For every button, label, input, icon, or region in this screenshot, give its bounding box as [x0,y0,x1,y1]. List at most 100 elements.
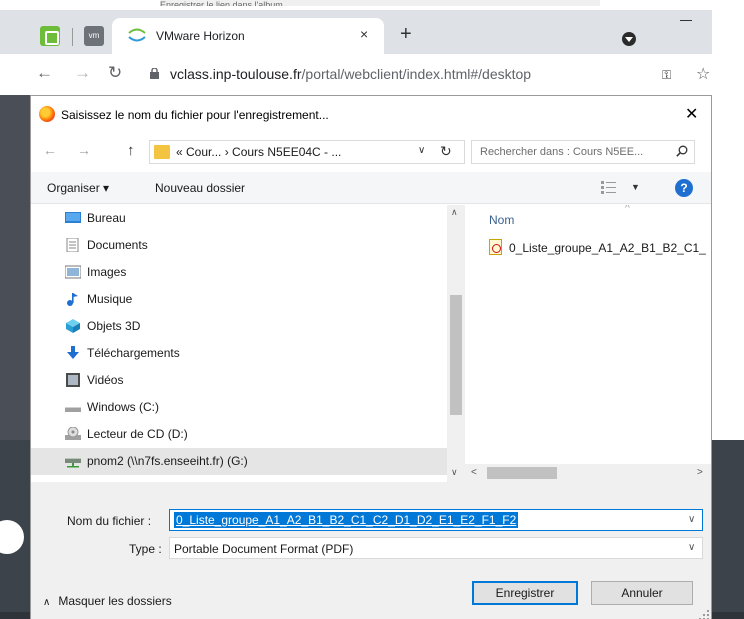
list-item[interactable]: 0_Liste_groupe_A1_A2_B1_B2_C1_ [489,237,711,261]
dialog-forward-icon[interactable]: → [77,142,91,158]
file-list: Nom ^ 0_Liste_groupe_A1_A2_B1_B2_C1_ < > [465,205,711,482]
objects-3d-icon [66,319,80,333]
sidebar-item[interactable]: nosave (\\n7fs.enseeiht.fr) (H:) [31,475,447,482]
view-dropdown-icon[interactable]: ▼ [631,182,640,192]
scroll-right-icon[interactable]: > [697,467,703,478]
key-icon[interactable]: ⚿ [662,68,671,83]
navigation-pane: Bureau Documents Images Musique Objets 3D Tél… [31,205,465,482]
desktop-background-right-dark [712,440,744,619]
sidebar-item-label: Musique [87,292,133,306]
cd-drive-icon [65,427,81,440]
sidebar-item[interactable]: pnom2 (\\n7fs.enseeiht.fr) (G:) [31,448,447,475]
chevron-up-icon: ∧ [43,597,51,608]
scroll-left-icon[interactable]: < [471,467,477,478]
firefox-icon [39,106,55,122]
filename-chevron-icon[interactable]: ∨ [688,514,695,525]
sidebar-item-label: Vidéos [87,373,124,387]
profile-menu-icon[interactable] [622,32,636,46]
filename-value: 0_Liste_groupe_A1_A2_B1_B2_C1_C2_D1_D2_E… [174,512,519,528]
sidebar-item[interactable]: Bureau [31,205,447,232]
network-drive-icon [65,458,81,468]
dialog-close-icon[interactable]: ✕ [685,104,698,124]
cancel-button[interactable]: Annuler [591,581,693,605]
forward-arrow-icon[interactable]: → [74,63,91,83]
desktop-icon [65,212,81,223]
dialog-footer: Nom du fichier : 0_Liste_groupe_A1_A2_B1… [31,482,711,619]
horizontal-scrollbar-thumb[interactable] [487,467,557,479]
pinned-tab-horizon-icon[interactable] [40,26,60,46]
breadcrumb[interactable]: « Cour... › Cours N5EE04C - ... ∨ ↻ [149,140,465,164]
sidebar-item-label: Objets 3D [87,319,141,333]
type-select[interactable]: Portable Document Format (PDF) ∨ [169,537,703,559]
pinned-separator [72,28,73,46]
filename-field[interactable]: 0_Liste_groupe_A1_A2_B1_B2_C1_C2_D1_D2_E… [169,509,703,531]
sidebar-item[interactable]: Téléchargements [31,340,447,367]
save-file-dialog: Saisissez le nom du fichier pour l'enreg… [30,95,712,619]
save-button[interactable]: Enregistrer [472,581,578,605]
sidebar-item[interactable]: Windows (C:) [31,394,447,421]
sidebar-item-label: Documents [87,238,148,252]
reload-icon[interactable]: ↻ [108,63,122,83]
back-arrow-icon[interactable]: ← [36,63,53,83]
hide-folders-button[interactable]: ∧ Masquer les dossiers [43,594,172,608]
browser-window: vm VMware Horizon × + ← → ↻ vclass.inp-t… [0,10,712,95]
sidebar-item[interactable]: Objets 3D [31,313,447,340]
dialog-address-row: ← → ↑ « Cour... › Cours N5EE04C - ... ∨ … [31,134,711,168]
new-folder-button[interactable]: Nouveau dossier [155,181,245,195]
tab-close-icon[interactable]: × [360,26,368,42]
vertical-scrollbar-thumb[interactable] [450,295,462,415]
organize-button[interactable]: Organiser ▾ [47,181,109,195]
resize-grip-icon[interactable] [699,610,709,619]
vertical-scrollbar[interactable]: ∧ ∨ [447,205,465,482]
breadcrumb-path: « Cour... › Cours N5EE04C - ... [176,145,342,159]
type-value: Portable Document Format (PDF) [174,542,354,556]
minimize-icon[interactable] [680,20,692,21]
downloads-icon [67,346,79,359]
sidebar-item[interactable]: Vidéos [31,367,447,394]
help-icon[interactable]: ? [675,179,693,197]
sidebar-item-label: Téléchargements [87,346,180,360]
view-options-icon[interactable] [601,181,619,195]
sidebar-item-label: Bureau [87,211,126,225]
dialog-up-icon[interactable]: ↑ [127,142,135,159]
folder-icon [154,145,170,159]
dialog-title: Saisissez le nom du fichier pour l'enreg… [61,108,329,122]
tab-vmware-horizon[interactable]: VMware Horizon × [112,18,384,54]
type-chevron-icon[interactable]: ∨ [688,542,695,553]
file-name: 0_Liste_groupe_A1_A2_B1_B2_C1_ [509,241,706,255]
sidebar-item[interactable]: Musique [31,286,447,313]
pinned-tab-vm-icon[interactable]: vm [84,26,104,46]
command-bar: Organiser ▾ Nouveau dossier ▼ ? [31,172,711,204]
dialog-back-icon[interactable]: ← [43,142,57,158]
documents-icon [66,238,79,252]
search-placeholder: Rechercher dans : Cours N5EE... [480,146,644,158]
lock-icon[interactable] [150,68,159,79]
refresh-icon[interactable]: ↻ [440,143,452,160]
url-path: /portal/webclient/index.html#/desktop [301,66,532,82]
sidebar-item[interactable]: Lecteur de CD (D:) [31,421,447,448]
address-bar[interactable]: vclass.inp-toulouse.fr/portal/webclient/… [170,66,531,82]
sidebar-item-label: pnom2 (\\n7fs.enseeiht.fr) (G:) [87,454,248,468]
scroll-up-icon[interactable]: ∧ [451,207,458,218]
filename-label: Nom du fichier : [67,514,152,528]
new-tab-button[interactable]: + [400,24,412,44]
chevron-down-icon[interactable]: ∨ [418,145,425,156]
sidebar-item-label: Lecteur de CD (D:) [87,427,188,441]
column-header-name[interactable]: Nom [489,213,514,227]
background-menu-text: Enregistrer le lien dans l'album [160,0,600,6]
browser-toolbar: ← → ↻ vclass.inp-toulouse.fr/portal/webc… [0,54,712,95]
sidebar-item[interactable]: Images [31,259,447,286]
drive-icon [65,407,81,412]
horizon-icon [128,28,146,42]
scroll-down-icon[interactable]: ∨ [451,467,458,478]
sidebar-item-label: Images [87,265,127,279]
sidebar-item[interactable]: Documents [31,232,447,259]
bookmark-star-icon[interactable]: ☆ [696,64,710,84]
sort-chevron-icon: ^ [625,205,630,214]
horizontal-scrollbar[interactable]: < > [465,464,711,482]
pdf-file-icon [489,239,502,255]
music-icon [67,293,78,306]
dialog-title-bar: Saisissez le nom du fichier pour l'enreg… [31,96,711,134]
sidebar-item-label: Windows (C:) [87,400,160,414]
search-input[interactable]: Rechercher dans : Cours N5EE... [471,140,695,164]
